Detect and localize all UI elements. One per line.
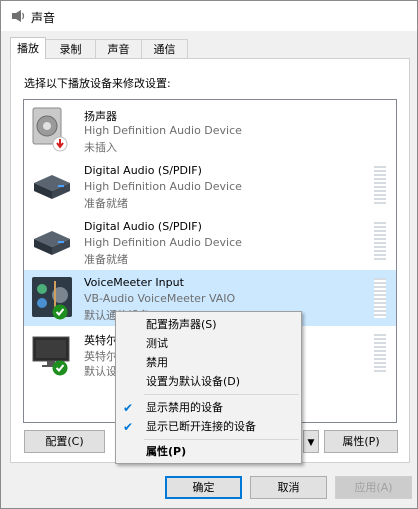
configure-button[interactable]: 配置(C) [24,430,105,453]
device-name: 扬声器 [84,110,117,123]
tab-recording[interactable]: 录制 [45,39,96,59]
speaker-icon [12,10,25,22]
device-description: High Definition Audio Device [84,124,242,137]
title-bar: 声音 [1,1,417,31]
digital-audio-icon [34,231,70,255]
device-status: 准备就绪 [84,253,128,266]
device-description: High Definition Audio Device [84,236,242,249]
device-name: Digital Audio (S/PDIF) [84,164,202,177]
tab-sounds[interactable]: 声音 [95,39,142,59]
instruction-label: 选择以下播放设备来修改设置: [24,77,171,90]
error-icon [52,136,68,152]
device-status: 未插入 [84,141,117,154]
level-meter [374,278,386,318]
menu-separator [144,439,299,440]
context-menu: 配置扬声器(S) 测试 禁用 设置为默认设备(D) ✔ 显示禁用的设备 ✔ 显示… [115,311,302,464]
menu-item-configure-speakers[interactable]: 配置扬声器(S) [116,315,301,334]
checkmark-icon: ✔ [123,420,134,434]
digital-audio-icon [34,175,70,199]
menu-item-properties[interactable]: 属性(P) [116,442,301,461]
chevron-down-icon: ▼ [307,438,315,448]
menu-separator [144,394,299,395]
default-check-icon [52,360,68,376]
checkmark-icon: ✔ [123,401,134,415]
device-status: 默认设 [84,365,117,378]
properties-button[interactable]: 属性(P) [324,430,398,453]
set-default-dropdown-button[interactable]: ▼ [303,430,319,453]
menu-item-show-disconnected[interactable]: ✔ 显示已断开连接的设备 [116,417,301,436]
menu-item-disable[interactable]: 禁用 [116,353,301,372]
device-name: 英特尔 [84,334,117,347]
menu-item-show-disabled[interactable]: ✔ 显示禁用的设备 [116,398,301,417]
device-item[interactable]: Digital Audio (S/PDIF) High Definition A… [24,214,396,270]
cancel-button[interactable]: 取消 [250,476,327,499]
level-meter [374,334,386,374]
device-item[interactable]: Digital Audio (S/PDIF) High Definition A… [24,158,396,214]
device-item[interactable]: 扬声器 High Definition Audio Device 未插入 [24,102,396,158]
device-description: VB-Audio VoiceMeeter VAIO [84,292,236,305]
menu-item-set-default[interactable]: 设置为默认设备(D) [116,372,301,391]
device-description: High Definition Audio Device [84,180,242,193]
ok-button[interactable]: 确定 [165,476,242,499]
default-check-icon [52,304,68,320]
tab-communications[interactable]: 通信 [141,39,188,59]
level-meter [374,222,386,262]
device-description: 英特尔 [84,350,117,363]
device-name: Digital Audio (S/PDIF) [84,220,202,233]
window-title: 声音 [31,11,56,25]
tab-playback[interactable]: 播放 [10,37,46,59]
device-name: VoiceMeeter Input [84,276,184,289]
menu-item-test[interactable]: 测试 [116,334,301,353]
level-meter [374,166,386,206]
device-status: 准备就绪 [84,197,128,210]
apply-button: 应用(A) [335,476,412,499]
